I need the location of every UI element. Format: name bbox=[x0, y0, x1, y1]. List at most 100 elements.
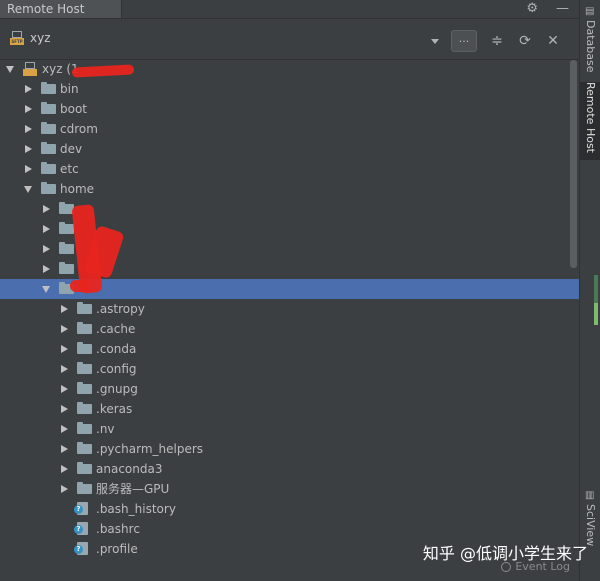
tree-folder-row[interactable]: .cache bbox=[0, 319, 579, 339]
tree-file-row[interactable]: ? .bashrc bbox=[0, 519, 579, 539]
collapsed-arrow-icon[interactable] bbox=[61, 465, 68, 473]
memory-indicator bbox=[594, 275, 598, 325]
tab-database[interactable]: Database bbox=[580, 20, 600, 80]
collapsed-arrow-icon[interactable] bbox=[61, 385, 68, 393]
folder-icon bbox=[41, 162, 56, 174]
folder-icon bbox=[59, 262, 74, 274]
folder-icon bbox=[77, 362, 92, 374]
collapsed-arrow-icon[interactable] bbox=[43, 265, 50, 273]
tree-folder-row[interactable]: .gnupg bbox=[0, 379, 579, 399]
tree-item-label: boot bbox=[60, 102, 88, 116]
close-icon[interactable]: ✕ bbox=[545, 33, 561, 49]
collapsed-arrow-icon[interactable] bbox=[61, 485, 68, 493]
tree-folder-row[interactable]: .config bbox=[0, 359, 579, 379]
tree-item-label: bin bbox=[60, 82, 79, 96]
collapsed-arrow-icon[interactable] bbox=[43, 245, 50, 253]
expanded-arrow-icon[interactable] bbox=[24, 186, 32, 193]
collapsed-arrow-icon[interactable] bbox=[43, 225, 50, 233]
unknown-file-icon: ? bbox=[74, 542, 88, 555]
tree-item-label: .keras bbox=[96, 402, 133, 416]
unknown-file-icon: ? bbox=[74, 522, 88, 535]
folder-icon bbox=[77, 322, 92, 334]
panel-titlebar: Remote Host ⚙ — bbox=[0, 0, 579, 19]
panel-title[interactable]: Remote Host bbox=[0, 0, 122, 18]
folder-icon bbox=[77, 302, 92, 314]
tree-folder-row[interactable]: dev bbox=[0, 139, 579, 159]
more-button[interactable]: ... bbox=[451, 30, 477, 52]
toolbar-actions: ... ≑ ⟳ ✕ bbox=[431, 30, 561, 52]
tree-item-label: .config bbox=[96, 362, 137, 376]
sftp-server-icon: SFTP bbox=[10, 31, 24, 45]
collapse-icon[interactable]: ≑ bbox=[489, 33, 505, 49]
tree-folder-row[interactable]: bin bbox=[0, 79, 579, 99]
tree-item-label: .bashrc bbox=[96, 522, 140, 536]
collapsed-arrow-icon[interactable] bbox=[25, 165, 32, 173]
tree-item-label: .astropy bbox=[96, 302, 145, 316]
tree-folder-row[interactable]: anaconda3 bbox=[0, 459, 579, 479]
folder-icon bbox=[77, 462, 92, 474]
collapsed-arrow-icon[interactable] bbox=[25, 145, 32, 153]
collapsed-arrow-icon[interactable] bbox=[25, 85, 32, 93]
expanded-arrow-icon[interactable] bbox=[42, 286, 50, 293]
tree-folder-row[interactable]: home bbox=[0, 179, 579, 199]
collapsed-arrow-icon[interactable] bbox=[25, 125, 32, 133]
remote-host-toolbar: SFTP xyz ... ≑ ⟳ ✕ bbox=[0, 21, 579, 60]
collapsed-arrow-icon[interactable] bbox=[61, 405, 68, 413]
sciview-icon: ▥ bbox=[585, 490, 595, 501]
tree-item-label: anaconda3 bbox=[96, 462, 163, 476]
folder-icon bbox=[41, 142, 56, 154]
sftp-server-icon bbox=[23, 62, 37, 76]
folder-icon bbox=[41, 182, 56, 194]
tree-folder-row[interactable]: cdrom bbox=[0, 119, 579, 139]
event-log-label: Event Log bbox=[515, 560, 570, 573]
collapsed-arrow-icon[interactable] bbox=[61, 425, 68, 433]
expanded-arrow-icon[interactable] bbox=[6, 66, 14, 73]
tree-item-label: .pycharm_helpers bbox=[96, 442, 204, 456]
collapsed-arrow-icon[interactable] bbox=[43, 205, 50, 213]
redaction-mark bbox=[70, 280, 90, 292]
tree-item-label: 服务器—GPU bbox=[96, 482, 170, 496]
folder-icon bbox=[77, 382, 92, 394]
tree-folder-row[interactable]: .astropy bbox=[0, 299, 579, 319]
folder-icon bbox=[77, 342, 92, 354]
tree-file-row[interactable]: ? .bash_history bbox=[0, 499, 579, 519]
folder-icon bbox=[77, 422, 92, 434]
folder-icon bbox=[59, 222, 74, 234]
collapsed-arrow-icon[interactable] bbox=[61, 345, 68, 353]
tree-folder-row[interactable]: 服务器—GPU bbox=[0, 479, 579, 499]
collapsed-arrow-icon[interactable] bbox=[61, 325, 68, 333]
tree-folder-row[interactable]: .conda bbox=[0, 339, 579, 359]
tab-remote-host[interactable]: Remote Host bbox=[580, 82, 600, 160]
folder-icon bbox=[77, 442, 92, 454]
gear-icon[interactable]: ⚙ bbox=[526, 0, 538, 18]
folder-icon bbox=[77, 482, 92, 494]
tree-folder-row[interactable]: boot bbox=[0, 99, 579, 119]
tree-folder-row[interactable]: .pycharm_helpers bbox=[0, 439, 579, 459]
refresh-icon[interactable]: ⟳ bbox=[517, 33, 533, 49]
remote-host-panel: Remote Host ⚙ — SFTP xyz ... ≑ ⟳ ✕ xyz (… bbox=[0, 0, 579, 581]
tree-item-label: .profile bbox=[96, 542, 138, 556]
tree-item-label: cdrom bbox=[60, 122, 98, 136]
server-selector[interactable]: SFTP xyz bbox=[10, 31, 51, 45]
collapsed-arrow-icon[interactable] bbox=[61, 445, 68, 453]
tree-scrollbar[interactable] bbox=[570, 60, 577, 268]
collapsed-arrow-icon[interactable] bbox=[25, 105, 32, 113]
collapsed-arrow-icon[interactable] bbox=[61, 305, 68, 313]
tree-folder-row[interactable]: .keras bbox=[0, 399, 579, 419]
folder-icon bbox=[77, 402, 92, 414]
folder-icon bbox=[41, 102, 56, 114]
tree-item-label: .gnupg bbox=[96, 382, 138, 396]
tree-folder-row[interactable]: .nv bbox=[0, 419, 579, 439]
dropdown-arrow-icon[interactable] bbox=[431, 38, 439, 44]
collapsed-arrow-icon[interactable] bbox=[61, 365, 68, 373]
sftp-tag: SFTP bbox=[10, 38, 24, 45]
tree-item-label: home bbox=[60, 182, 95, 196]
minus-icon[interactable]: — bbox=[556, 0, 569, 18]
folder-icon bbox=[41, 122, 56, 134]
event-log-button[interactable]: Event Log bbox=[501, 560, 570, 573]
tree-folder-row[interactable]: etc bbox=[0, 159, 579, 179]
server-name: xyz bbox=[30, 31, 51, 45]
title-actions: ⚙ — bbox=[526, 0, 569, 18]
tree-item-label: .nv bbox=[96, 422, 115, 436]
database-icon: ▤ bbox=[585, 6, 595, 17]
